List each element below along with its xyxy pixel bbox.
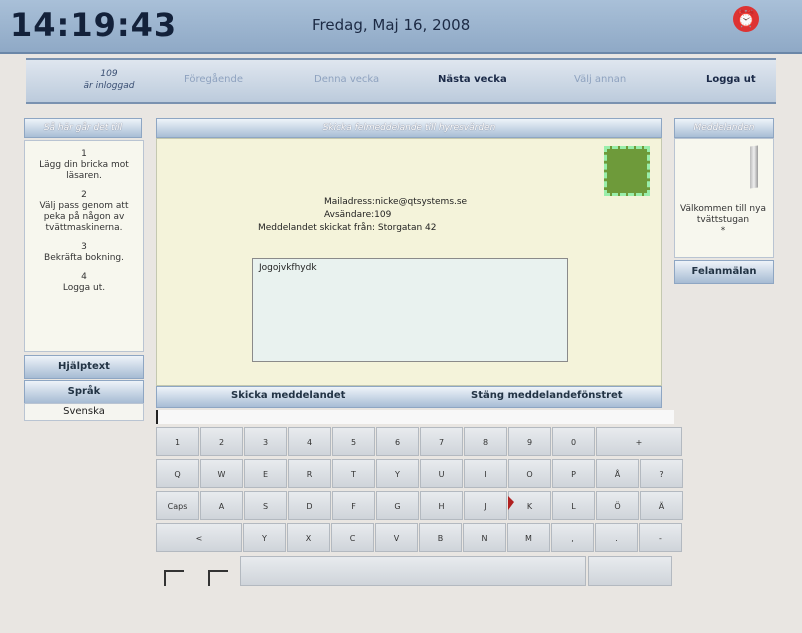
nav-choose-other[interactable]: Välj annan	[574, 74, 626, 85]
key-ä[interactable]: Ä	[640, 491, 683, 520]
user-status: är inloggad	[83, 81, 135, 91]
key-b[interactable]: B	[419, 523, 462, 552]
key-l[interactable]: L	[552, 491, 595, 520]
mouse-cursor-icon	[508, 496, 514, 510]
key-1[interactable]: 1	[156, 427, 199, 456]
top-bar: 14:19:43 Fredag, Maj 16, 2008 ⏰	[0, 0, 802, 54]
help-button[interactable]: Hjälptext	[24, 355, 144, 379]
key-5[interactable]: 5	[332, 427, 375, 456]
how-it-works-heading: Så här går det till	[24, 118, 142, 138]
welcome-message: Välkommen till nya tvättstugan *	[680, 204, 766, 236]
key-o[interactable]: O	[508, 459, 551, 488]
messages-heading: Meddelanden	[674, 118, 774, 138]
enter-key[interactable]	[588, 556, 672, 586]
key-e[interactable]: E	[244, 459, 287, 488]
key-y[interactable]: Y	[243, 523, 286, 552]
status-indicator	[604, 146, 650, 196]
logout-button[interactable]: Logga ut	[706, 74, 756, 85]
key-f[interactable]: F	[332, 491, 375, 520]
logged-in-user: 109 är inloggad	[74, 68, 144, 92]
mail-address: Mailadress:nicke@qtsystems.se	[324, 197, 468, 207]
key-q[interactable]: Q	[156, 459, 199, 488]
key-p[interactable]: P	[552, 459, 595, 488]
message-info: Mailadress:nicke@qtsystems.se Avsändare:…	[258, 196, 508, 235]
space-key[interactable]	[240, 556, 586, 586]
key-k[interactable]: K	[508, 491, 551, 520]
sender: Avsändare:109	[324, 210, 392, 220]
key-comma[interactable]: ,	[551, 523, 594, 552]
key-period[interactable]: .	[595, 523, 638, 552]
message-textarea[interactable]: Jogojvkfhydk	[252, 258, 568, 362]
nav-this-week[interactable]: Denna vecka	[314, 74, 379, 85]
send-message-button[interactable]: Skicka meddelandet	[231, 390, 345, 401]
key-plus[interactable]: +	[596, 427, 682, 456]
messages-panel	[674, 138, 774, 258]
key-7[interactable]: 7	[420, 427, 463, 456]
key-3[interactable]: 3	[244, 427, 287, 456]
key-i[interactable]: I	[464, 459, 507, 488]
action-bar: Skicka meddelandet Stäng meddelandefönst…	[156, 386, 662, 408]
keyboard-input-line[interactable]	[156, 410, 674, 424]
key-caps[interactable]: Caps	[156, 491, 199, 520]
key-d[interactable]: D	[288, 491, 331, 520]
language-value: Svenska	[24, 403, 144, 421]
key-4[interactable]: 4	[288, 427, 331, 456]
nav-previous[interactable]: Föregående	[184, 74, 243, 85]
close-message-window-button[interactable]: Stäng meddelandefönstret	[471, 390, 623, 401]
key-dash[interactable]: -	[639, 523, 682, 552]
note-icon	[750, 145, 758, 189]
sent-from: Meddelandet skickat från: Storgatan 42	[258, 223, 437, 233]
message-heading: Skicka felmeddelande till hyresvärden	[156, 118, 662, 138]
step-2: 2 Välj pass genom att peka på någon av tv…	[39, 190, 129, 233]
steps-box: 1 Lägg din bricka mot läsaren. 2 Välj pass…	[24, 140, 144, 352]
checkbox-left[interactable]	[164, 570, 184, 586]
key-h[interactable]: H	[420, 491, 463, 520]
key-question[interactable]: ?	[640, 459, 683, 488]
key-6[interactable]: 6	[376, 427, 419, 456]
key-w[interactable]: W	[200, 459, 243, 488]
user-number: 109	[100, 69, 118, 79]
checkbox-right[interactable]	[208, 570, 228, 586]
key-0[interactable]: 0	[552, 427, 595, 456]
key-t[interactable]: T	[332, 459, 375, 488]
date-label: Fredag, Maj 16, 2008	[312, 16, 471, 34]
key-ö[interactable]: Ö	[596, 491, 639, 520]
clock: 14:19:43	[10, 6, 178, 44]
key-2[interactable]: 2	[200, 427, 243, 456]
language-button[interactable]: Språk	[24, 380, 144, 404]
key-8[interactable]: 8	[464, 427, 507, 456]
key-y[interactable]: Y	[376, 459, 419, 488]
key-a[interactable]: A	[200, 491, 243, 520]
key-u[interactable]: U	[420, 459, 463, 488]
nav-next-week[interactable]: Nästa vecka	[438, 74, 507, 85]
key-j[interactable]: J	[464, 491, 507, 520]
key-m[interactable]: M	[507, 523, 550, 552]
step-3: 3 Bekräfta bokning.	[44, 242, 124, 263]
key-9[interactable]: 9	[508, 427, 551, 456]
key-n[interactable]: N	[463, 523, 506, 552]
step-1: 1 Lägg din bricka mot läsaren.	[39, 149, 129, 181]
key-r[interactable]: R	[288, 459, 331, 488]
navigation-bar: 109 är inloggad Föregående Denna vecka N…	[26, 58, 776, 104]
key-c[interactable]: C	[331, 523, 374, 552]
report-fault-button[interactable]: Felanmälan	[674, 260, 774, 284]
key-v[interactable]: V	[375, 523, 418, 552]
alarm-clock-logo-icon: ⏰	[733, 6, 759, 32]
step-4: 4 Logga ut.	[62, 272, 106, 293]
key-g[interactable]: G	[376, 491, 419, 520]
key-å[interactable]: Å	[596, 459, 639, 488]
key-backspace[interactable]: <	[156, 523, 242, 552]
key-x[interactable]: X	[287, 523, 330, 552]
key-s[interactable]: S	[244, 491, 287, 520]
